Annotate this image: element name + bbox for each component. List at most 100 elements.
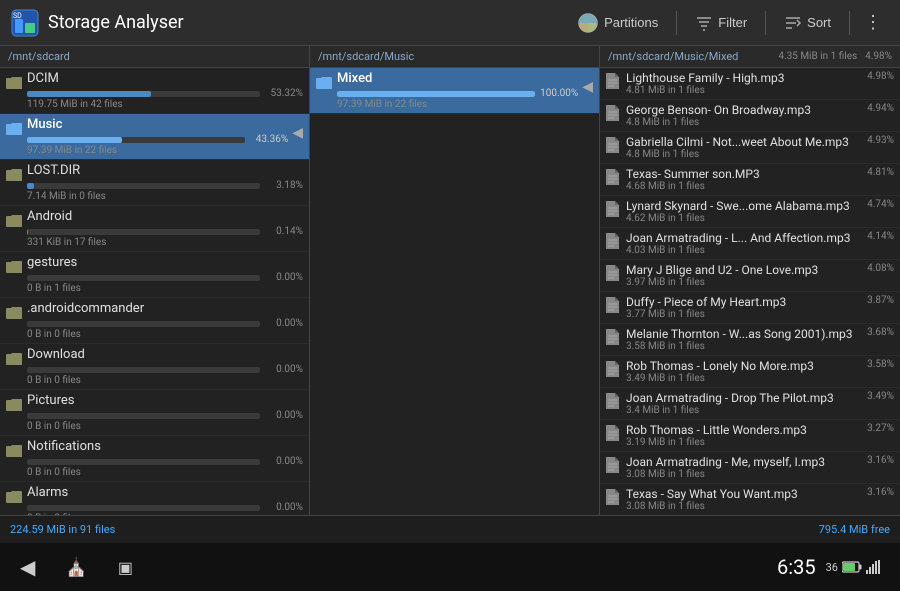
file-item[interactable]: Gabriella Cilmi - Not...weet About Me.mp… [600, 132, 900, 164]
partitions-button[interactable]: Partitions [565, 7, 670, 39]
folder-info: LOST.DIR 3.18% 7.14 MiB in 0 files [27, 163, 303, 202]
file-item[interactable]: George Benson- On Broadway.mp3 4.8 MiB i… [600, 100, 900, 132]
home-nav-icon[interactable]: ⛪ [65, 557, 87, 578]
folder-pct: 0.14% [265, 226, 303, 237]
folder-info: Download 0.00% 0 B in 0 files [27, 347, 303, 386]
file-info: Duffy - Piece of My Heart.mp3 3.77 MiB i… [626, 295, 858, 320]
folder-pct: 100.00% [540, 88, 578, 99]
left-folder-item[interactable]: LOST.DIR 3.18% 7.14 MiB in 0 files [0, 160, 309, 206]
folder-bar-bg [27, 321, 260, 327]
folder-name: Android [27, 209, 303, 224]
file-name: Texas - Say What You Want.mp3 [626, 487, 858, 501]
file-icon [606, 361, 620, 377]
left-folder-item[interactable]: Music 43.36% 97.39 MiB in 22 files ◀ [0, 114, 309, 160]
file-info: Texas- Summer son.MP3 4.68 MiB in 1 file… [626, 167, 858, 192]
folder-bar-row: 0.00% [27, 272, 303, 283]
folder-name: Mixed [337, 71, 578, 86]
file-item[interactable]: Texas - Say What You Want.mp3 3.08 MiB i… [600, 484, 900, 515]
file-pct: 3.87% [858, 295, 894, 306]
right-panel-header: /mnt/sdcard/Music/Mixed 4.35 MiB in 1 fi… [600, 46, 900, 68]
left-panel-header: /mnt/sdcard [0, 46, 309, 68]
app-title: Storage Analyser [48, 12, 565, 33]
status-right: 795.4 MiB free [819, 523, 890, 536]
folder-icon [6, 396, 22, 410]
nav-right: 6:35 36 [777, 555, 880, 579]
folder-subtext: 0 B in 0 files [27, 375, 303, 386]
file-info: Lighthouse Family - High.mp3 4.81 MiB in… [626, 71, 858, 96]
folder-name: gestures [27, 255, 303, 270]
file-pct: 4.93% [858, 135, 894, 146]
folder-icon [316, 74, 332, 88]
folder-info: gestures 0.00% 0 B in 1 files [27, 255, 303, 294]
folder-icon [6, 212, 22, 226]
left-folder-item[interactable]: gestures 0.00% 0 B in 1 files [0, 252, 309, 298]
folder-name: Notifications [27, 439, 303, 454]
folder-subtext: 97.39 MiB in 22 files [27, 145, 288, 156]
file-icon [606, 233, 620, 249]
folder-info: .androidcommander 0.00% 0 B in 0 files [27, 301, 303, 340]
folder-icon [6, 258, 22, 272]
folder-bar-fill [27, 137, 122, 143]
left-folder-item[interactable]: Notifications 0.00% 0 B in 0 files [0, 436, 309, 482]
left-folder-item[interactable]: Alarms 0.00% 0 B in 0 files [0, 482, 309, 515]
folder-name: Pictures [27, 393, 303, 408]
more-button[interactable]: ⋮ [856, 7, 890, 38]
folder-bar-row: 43.36% [27, 134, 288, 145]
file-item[interactable]: Duffy - Piece of My Heart.mp3 3.77 MiB i… [600, 292, 900, 324]
left-folder-item[interactable]: Android 0.14% 331 KiB in 17 files [0, 206, 309, 252]
sort-label: Sort [807, 15, 831, 30]
file-name: Joan Armatrading - L... And Affection.mp… [626, 231, 858, 245]
folder-pct: 0.00% [265, 410, 303, 421]
left-folder-item[interactable]: Download 0.00% 0 B in 0 files [0, 344, 309, 390]
folder-bar-fill [27, 91, 151, 97]
back-nav-icon[interactable]: ◀ [20, 555, 35, 579]
top-bar: SD Storage Analyser Partitions Filter [0, 0, 900, 46]
mid-panel-header: /mnt/sdcard/Music [310, 46, 599, 68]
file-name: George Benson- On Broadway.mp3 [626, 103, 858, 117]
folder-subtext: 331 KiB in 17 files [27, 237, 303, 248]
file-item[interactable]: Rob Thomas - Lonely No More.mp3 3.49 MiB… [600, 356, 900, 388]
file-item[interactable]: Texas- Summer son.MP3 4.68 MiB in 1 file… [600, 164, 900, 196]
divider1 [676, 11, 677, 35]
filter-label: Filter [718, 15, 747, 30]
folder-pct: 3.18% [265, 180, 303, 191]
folder-info: Pictures 0.00% 0 B in 0 files [27, 393, 303, 432]
file-item[interactable]: Melanie Thornton - W...as Song 2001).mp3… [600, 324, 900, 356]
filter-button[interactable]: Filter [683, 9, 759, 37]
folder-bar-row: 0.00% [27, 318, 303, 329]
folder-icon [6, 74, 22, 88]
file-pct: 3.16% [858, 455, 894, 466]
folder-name: Alarms [27, 485, 303, 500]
folder-bar-bg [27, 367, 260, 373]
file-pct: 3.58% [858, 359, 894, 370]
file-item[interactable]: Mary J Blige and U2 - One Love.mp3 3.97 … [600, 260, 900, 292]
folder-subtext: 0 B in 0 files [27, 513, 303, 515]
folder-bar-bg [27, 137, 245, 143]
file-item[interactable]: Rob Thomas - Little Wonders.mp3 3.19 MiB… [600, 420, 900, 452]
mid-folder-item[interactable]: Mixed 100.00% 97.39 MiB in 22 files ◀ [310, 68, 599, 114]
file-item[interactable]: Joan Armatrading - Me, myself, I.mp3 3.0… [600, 452, 900, 484]
folder-info: Mixed 100.00% 97.39 MiB in 22 files [337, 71, 578, 110]
file-subtext: 4.8 MiB in 1 files [626, 117, 858, 128]
file-icon [606, 329, 620, 345]
file-subtext: 4.03 MiB in 1 files [626, 245, 858, 256]
file-item[interactable]: Joan Armatrading - L... And Affection.mp… [600, 228, 900, 260]
left-folder-item[interactable]: .androidcommander 0.00% 0 B in 0 files [0, 298, 309, 344]
left-folder-item[interactable]: Pictures 0.00% 0 B in 0 files [0, 390, 309, 436]
time-display: 6:35 [777, 555, 816, 579]
file-item[interactable]: Lighthouse Family - High.mp3 4.81 MiB in… [600, 68, 900, 100]
folder-name: .androidcommander [27, 301, 303, 316]
file-pct: 3.68% [858, 327, 894, 338]
folder-info: Music 43.36% 97.39 MiB in 22 files [27, 117, 288, 156]
folder-subtext: 0 B in 0 files [27, 421, 303, 432]
folder-name: LOST.DIR [27, 163, 303, 178]
left-folder-item[interactable]: DCIM 53.32% 119.75 MiB in 42 files [0, 68, 309, 114]
file-info: Mary J Blige and U2 - One Love.mp3 3.97 … [626, 263, 858, 288]
file-item[interactable]: Lynard Skynard - Swe...ome Alabama.mp3 4… [600, 196, 900, 228]
file-name: Lighthouse Family - High.mp3 [626, 71, 858, 85]
sort-button[interactable]: Sort [772, 9, 843, 37]
file-item[interactable]: Joan Armatrading - Drop The Pilot.mp3 3.… [600, 388, 900, 420]
folder-bar-bg [337, 91, 535, 97]
recents-nav-icon[interactable]: ▣ [118, 558, 133, 577]
folder-icon [6, 166, 22, 180]
